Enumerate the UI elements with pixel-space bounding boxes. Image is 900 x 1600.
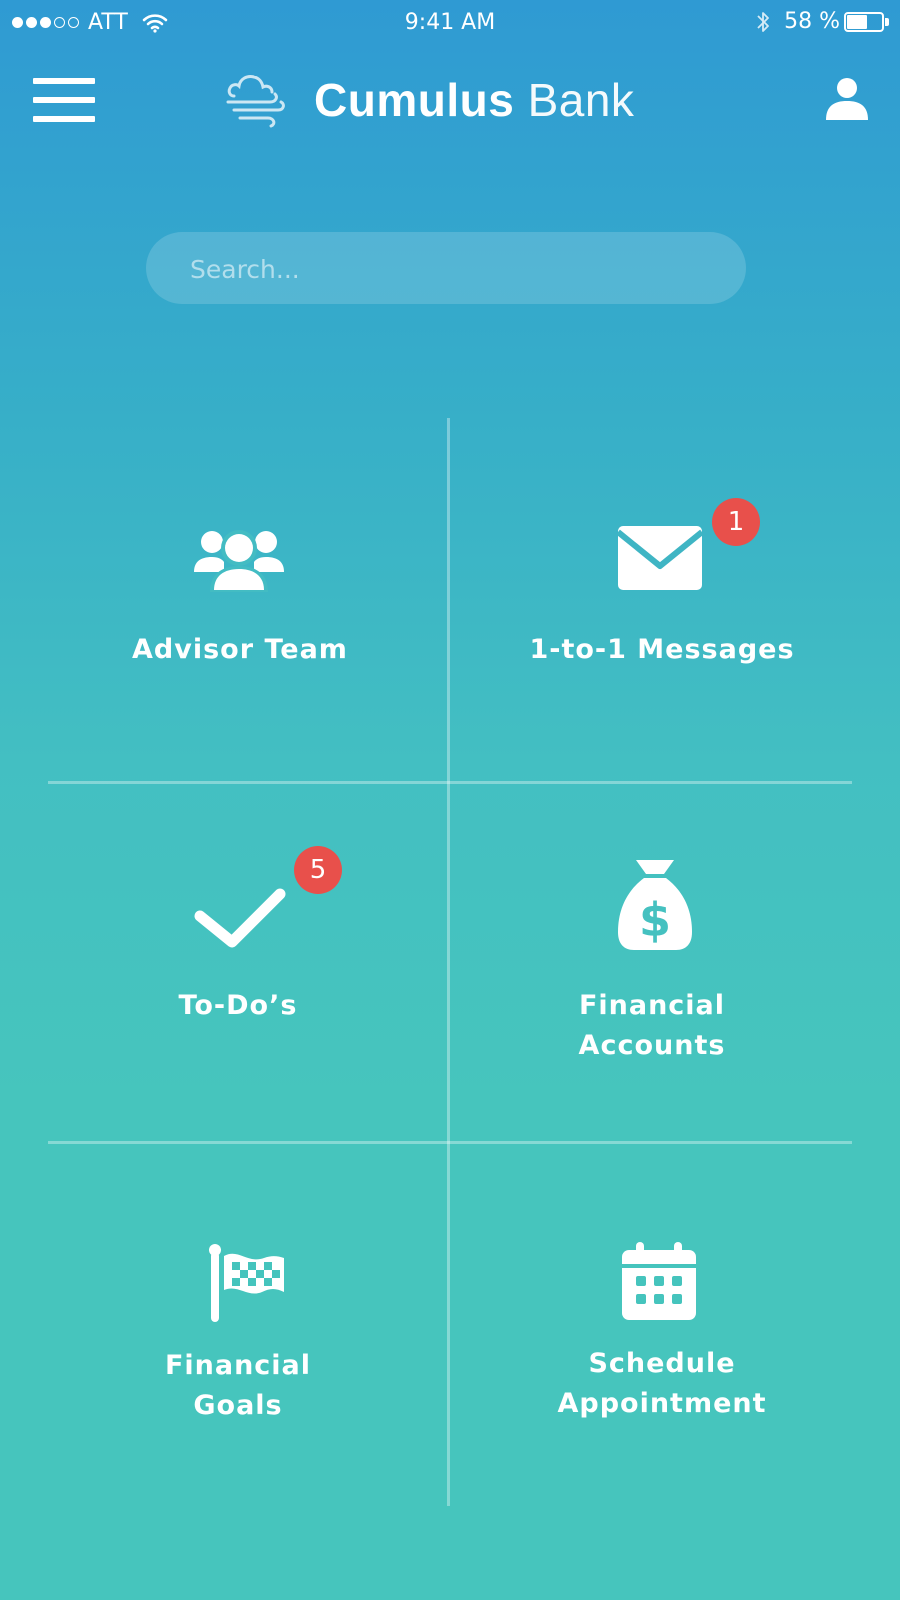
status-bar: ATT 9:41 AM 58 % [0, 0, 900, 50]
tile-label: Financial Accounts [452, 986, 852, 1066]
unread-count-badge: 1 [712, 498, 760, 546]
user-profile-icon[interactable] [824, 76, 870, 122]
tile-financial-accounts[interactable]: $ Financial Accounts [452, 820, 852, 1140]
envelope-icon [618, 526, 702, 590]
todo-count-badge: 5 [294, 846, 342, 894]
tile-label-line2: Appointment [557, 1388, 767, 1419]
tile-label-line1: Financial [578, 990, 726, 1021]
brand-logo: Cumulus Bank [226, 72, 634, 128]
tile-label-line1: Schedule [588, 1348, 736, 1379]
brand-name: Cumulus Bank [314, 73, 634, 127]
tile-label: Financial Goals [38, 1346, 438, 1426]
grid-divider-horizontal [48, 1141, 852, 1144]
app-screen: ATT 9:41 AM 58 % Cumulus Bank Search... … [0, 0, 900, 1600]
search-input[interactable] [188, 232, 712, 306]
status-right: 58 % [756, 9, 890, 34]
cloud-wind-icon [226, 75, 285, 128]
app-header: Cumulus Bank [0, 60, 900, 140]
battery-percent: 58 % [784, 9, 840, 34]
search-bar[interactable] [146, 232, 746, 306]
battery-icon [844, 11, 890, 32]
tile-label: 1-to-1 Messages [529, 634, 795, 665]
tile-label-line2: Accounts [578, 1030, 726, 1061]
checkered-flag-icon [209, 1244, 284, 1322]
tile-schedule-appointment[interactable]: Schedule Appointment [462, 1180, 862, 1500]
bluetooth-icon [757, 11, 769, 32]
calendar-icon [622, 1242, 696, 1320]
tile-financial-goals[interactable]: Financial Goals [38, 1180, 438, 1500]
tile-label: Advisor Team [132, 634, 348, 665]
grid-divider-horizontal [48, 781, 852, 784]
tile-messages[interactable]: 1 1-to-1 Messages [462, 460, 862, 780]
checkmark-icon [194, 888, 286, 948]
tile-label-line2: Goals [193, 1390, 283, 1421]
tile-advisor-team[interactable]: Advisor Team [40, 460, 440, 780]
tile-todos[interactable]: 5 To-Do’s [38, 820, 438, 1140]
hamburger-menu-icon[interactable] [33, 78, 95, 122]
people-icon [194, 530, 284, 592]
brand-name-bold: Cumulus [314, 74, 515, 126]
svg-text:$: $ [639, 893, 671, 947]
tile-label-line1: Financial [164, 1350, 312, 1381]
brand-name-light: Bank [527, 74, 635, 126]
tile-label: To-Do’s [178, 990, 298, 1021]
grid-divider-vertical [447, 418, 450, 1506]
tile-label: Schedule Appointment [462, 1344, 862, 1424]
money-bag-icon: $ [618, 860, 692, 950]
